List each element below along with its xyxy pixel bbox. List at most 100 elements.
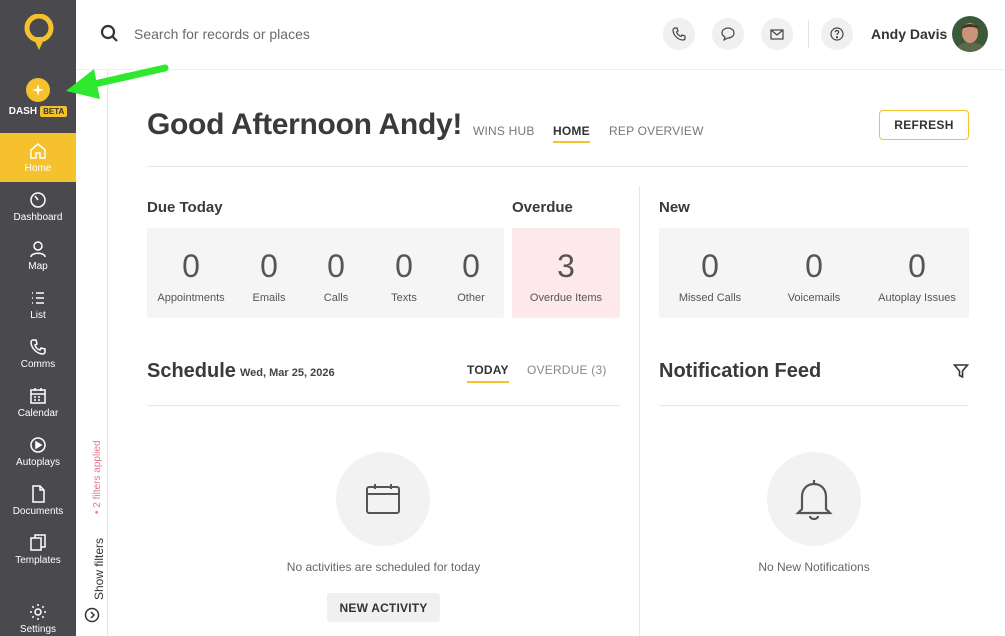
due-today-card: 0 Appointments 0 Emails 0 Calls 0 Texts …: [147, 228, 504, 318]
bell-icon: [795, 480, 833, 521]
stat-value: 3: [557, 248, 575, 284]
sidebar-item-settings[interactable]: Settings: [0, 594, 76, 636]
refresh-button[interactable]: REFRESH: [879, 110, 969, 140]
filters-panel: Show filters • 2 filters applied: [76, 70, 108, 636]
messages-button[interactable]: [712, 18, 744, 50]
due-today-title: Due Today: [147, 199, 223, 216]
sidebar-item-list[interactable]: List: [0, 280, 76, 329]
empty-notifications-text: No New Notifications: [758, 560, 870, 574]
show-filters-label: Show filters: [92, 537, 106, 600]
sidebar-item-label: Dashboard: [13, 211, 63, 223]
sidebar-item-label: Settings: [19, 623, 57, 635]
show-filters-toggle[interactable]: Show filters • 2 filters applied: [80, 440, 106, 630]
stat-value: 0: [462, 248, 480, 284]
filter-icon[interactable]: [953, 363, 969, 379]
new-title: New: [659, 199, 690, 216]
topbar-divider: [808, 20, 809, 48]
stat-value: 0: [805, 248, 823, 284]
notification-feed-title: Notification Feed: [659, 360, 822, 382]
app: DASH BETA Home Dashboard Map List Comms …: [0, 0, 1005, 636]
sidebar-item-home[interactable]: Home: [0, 133, 76, 182]
list-icon: [32, 291, 44, 304]
phone-icon: [30, 338, 46, 355]
stat-label: Autoplay Issues: [878, 292, 956, 304]
stat-value: 0: [182, 248, 200, 284]
empty-schedule-illustration: [336, 452, 430, 546]
tab-rep-overview[interactable]: REP OVERVIEW: [609, 124, 704, 138]
stat-voicemails[interactable]: 0 Voicemails: [769, 248, 859, 304]
sidebar-item-map[interactable]: Map: [0, 231, 76, 280]
stat-autoplay-issues[interactable]: 0 Autoplay Issues: [872, 248, 962, 304]
filters-applied-label: • 2 filters applied: [92, 440, 103, 514]
play-icon: [30, 436, 46, 453]
sidebar-item-autoplays[interactable]: Autoplays: [0, 427, 76, 476]
sidebar-item-dashboard[interactable]: Dashboard: [0, 182, 76, 231]
stat-label: Voicemails: [787, 292, 841, 304]
empty-schedule-text: No activities are scheduled for today: [286, 560, 481, 574]
header-divider: [147, 166, 969, 167]
sidebar-item-calendar[interactable]: Calendar: [0, 378, 76, 427]
tab-wins-hub[interactable]: WINS HUB: [473, 124, 535, 138]
gauge-icon: [30, 191, 46, 208]
new-activity-button[interactable]: NEW ACTIVITY: [327, 593, 440, 622]
chevron-right-circle-icon[interactable]: [84, 607, 100, 623]
avatar[interactable]: [952, 16, 988, 52]
calendar-icon: [30, 387, 46, 404]
empty-notifications-illustration: [767, 452, 861, 546]
mail-icon: [770, 29, 784, 40]
tab-overdue[interactable]: OVERDUE (3): [527, 363, 607, 377]
sidebar-item-label: Autoplays: [16, 456, 60, 468]
sidebar-item-label: Templates: [15, 554, 61, 566]
tab-today[interactable]: TODAY: [467, 363, 509, 383]
gear-icon: [30, 603, 46, 620]
calendar-icon: [366, 484, 400, 514]
stat-appointments[interactable]: 0 Appointments: [146, 248, 236, 304]
user-name[interactable]: Andy Davis: [871, 26, 947, 42]
notification-divider: [659, 405, 969, 406]
stat-value: 0: [701, 248, 719, 284]
help-button[interactable]: [821, 18, 853, 50]
sidebar-item-label: Documents: [12, 505, 64, 517]
sidebar-item-label: List: [30, 309, 46, 321]
sidebar-item-label: Calendar: [17, 407, 59, 419]
stat-label: Other: [457, 292, 485, 304]
schedule-date: Wed, Mar 25, 2026: [240, 367, 335, 379]
logo-icon[interactable]: [24, 14, 54, 54]
sidebar-item-label: Comms: [20, 358, 56, 370]
chat-bubble-icon: [721, 27, 735, 42]
home-icon: [30, 142, 46, 159]
stat-missed-calls[interactable]: 0 Missed Calls: [665, 248, 755, 304]
sidebar-item-label: Home: [24, 162, 52, 174]
schedule-divider: [147, 405, 620, 406]
top-bar: Andy Davis: [76, 0, 1005, 70]
beta-badge: BETA: [40, 106, 68, 117]
phone-icon: [672, 27, 686, 41]
sparkle-icon: [26, 78, 50, 102]
map-pin-icon: [30, 240, 46, 257]
help-icon: [830, 27, 844, 41]
dash-label: DASH: [8, 106, 38, 117]
stat-label: Overdue Items: [529, 292, 603, 304]
sidebar-item-comms[interactable]: Comms: [0, 329, 76, 378]
stat-label: Appointments: [157, 292, 225, 304]
overdue-card[interactable]: 3 Overdue Items: [512, 228, 620, 318]
tab-home[interactable]: HOME: [553, 124, 590, 143]
sidebar-item-templates[interactable]: Templates: [0, 525, 76, 574]
templates-icon: [30, 533, 46, 551]
document-icon: [32, 484, 45, 503]
overdue-title: Overdue: [512, 199, 573, 216]
email-button[interactable]: [761, 18, 793, 50]
page-title: Good Afternoon Andy!: [147, 108, 463, 141]
stat-overdue-items: 3 Overdue Items: [521, 248, 611, 304]
sidebar-item-documents[interactable]: Documents: [0, 476, 76, 525]
column-divider: [639, 186, 640, 636]
stat-value: 0: [908, 248, 926, 284]
search-icon[interactable]: [100, 24, 120, 44]
stat-other[interactable]: 0 Other: [426, 248, 516, 304]
new-card: 0 Missed Calls 0 Voicemails 0 Autoplay I…: [659, 228, 969, 318]
annotation-arrow-icon: [66, 64, 169, 99]
search-input[interactable]: [134, 22, 534, 46]
schedule-title: Schedule: [147, 360, 236, 382]
call-button[interactable]: [663, 18, 695, 50]
sidebar-item-label: Map: [28, 260, 48, 272]
